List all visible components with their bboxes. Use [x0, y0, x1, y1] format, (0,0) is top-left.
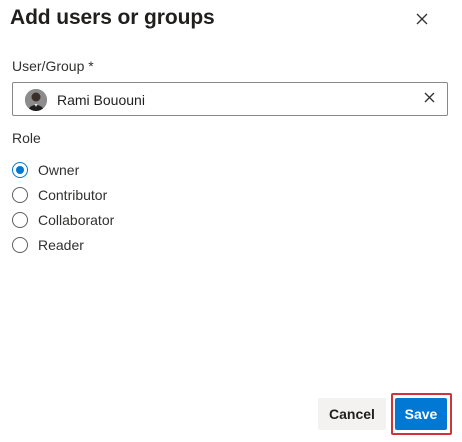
close-button[interactable] — [412, 11, 432, 31]
radio-collaborator[interactable] — [12, 211, 28, 228]
role-radio-group: Owner Contributor Collaborator Reader — [12, 157, 114, 257]
role-option-owner[interactable]: Owner — [12, 157, 114, 182]
close-icon — [416, 12, 428, 30]
clear-user-button[interactable] — [421, 91, 437, 107]
role-option-contributor[interactable]: Contributor — [12, 182, 114, 207]
role-option-label: Reader — [38, 236, 84, 253]
role-label: Role — [12, 130, 41, 146]
radio-owner[interactable] — [12, 161, 28, 178]
add-users-dialog: Add users or groups User/Group * Rami Bo… — [0, 0, 462, 442]
role-option-label: Owner — [38, 161, 80, 178]
role-option-label: Contributor — [38, 186, 108, 203]
role-option-reader[interactable]: Reader — [12, 232, 114, 257]
user-avatar — [25, 89, 47, 111]
save-button[interactable]: Save — [395, 398, 447, 430]
clear-icon — [424, 90, 435, 108]
user-group-label: User/Group * — [12, 58, 94, 74]
role-option-label: Collaborator — [38, 211, 115, 228]
radio-reader[interactable] — [12, 236, 28, 253]
user-group-input[interactable]: Rami Bououni — [12, 82, 448, 116]
cancel-button[interactable]: Cancel — [318, 398, 386, 430]
selected-user-name: Rami Bououni — [57, 92, 145, 108]
dialog-title: Add users or groups — [10, 6, 215, 29]
radio-contributor[interactable] — [12, 186, 28, 203]
role-option-collaborator[interactable]: Collaborator — [12, 207, 114, 232]
